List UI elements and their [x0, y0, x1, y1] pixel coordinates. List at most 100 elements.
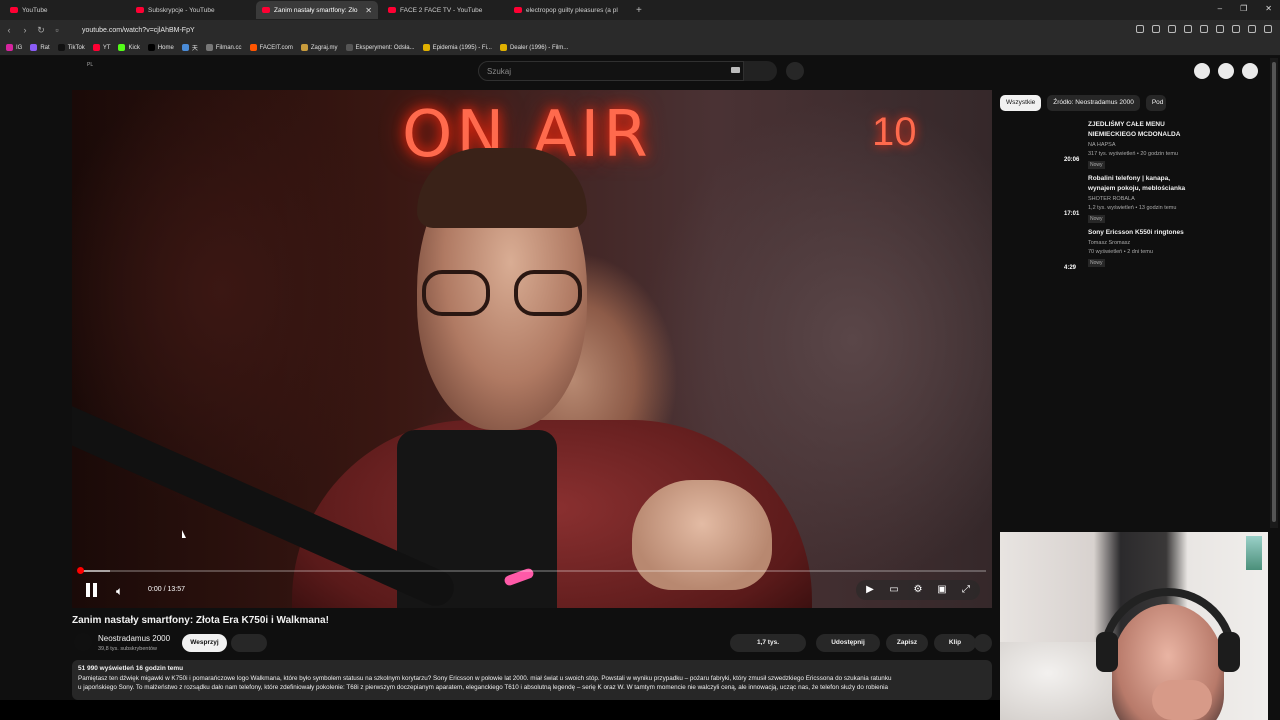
keyboard-icon[interactable] [731, 67, 740, 73]
recommendation-meta: 1,2 tys. wyświetleń • 13 godzin temu [1088, 205, 1177, 211]
playlist-icon[interactable] [1248, 25, 1256, 33]
save-button[interactable]: Zapisz [886, 634, 928, 652]
progress-bar[interactable] [78, 570, 986, 572]
address-bar-url[interactable]: youtube.com/watch?v=cjlAhBM-FpY [82, 27, 195, 34]
extension-icon[interactable] [1184, 25, 1192, 33]
share-button[interactable]: Udostępnij [816, 634, 880, 652]
filter-chips: Wszystkie Źródło: Neostradamus 2000 Pod [1000, 95, 1166, 111]
subtitles-icon[interactable]: ▭ [886, 583, 902, 597]
film-icon [422, 44, 430, 51]
page-scrollbar-thumb[interactable] [1272, 62, 1276, 522]
channel-avatar[interactable] [74, 633, 92, 651]
more-actions-button[interactable] [974, 634, 992, 652]
faceit-icon [249, 44, 257, 51]
miniplayer-icon[interactable]: ▣ [934, 583, 950, 597]
download-icon[interactable] [1216, 25, 1224, 33]
close-tab-icon[interactable]: ✕ [365, 6, 372, 15]
shield-icon[interactable] [1168, 25, 1176, 33]
video-player[interactable]: ON AIR 10 🔈︎ 0:00 / 13:57 ▶ ▭ ⚙ ▣ ⤢ [72, 90, 992, 608]
bookmark-item[interactable]: 天 [181, 43, 198, 52]
time-display: 0:00 / 13:57 [148, 586, 185, 593]
channel-name[interactable]: Neostradamus 2000 [98, 634, 170, 643]
like-button[interactable]: 1,7 tys. [730, 634, 806, 652]
bookmark-item[interactable]: Filman.cc [205, 44, 242, 51]
bookmark-item[interactable]: Rat [30, 44, 50, 51]
cast-icon[interactable] [1136, 25, 1144, 33]
webcam-overlay [1000, 532, 1268, 720]
bookmark-item[interactable]: Kick [118, 44, 140, 51]
volume-icon[interactable]: 🔈︎ [116, 584, 123, 599]
tiktok-icon [57, 44, 65, 51]
bottom-letterbox [0, 700, 1000, 720]
search-input[interactable]: Szukaj [478, 61, 744, 81]
voice-search-button[interactable] [786, 62, 804, 80]
browser-tab[interactable]: electropop guilty pleasures (a pl [508, 1, 630, 19]
notifications-icon[interactable] [1218, 63, 1234, 79]
bookmark-item[interactable]: Home [147, 44, 174, 51]
recommendation-title[interactable]: Sony Ericsson K550i ringtones [1088, 228, 1198, 238]
recommendation-item[interactable]: 17:01 Robalini telefony | kanapa, wynaje… [1000, 174, 1240, 226]
recommendation-channel[interactable]: Tomasz Sromasz [1088, 240, 1130, 246]
region-badge: PL [87, 62, 94, 68]
browser-tab[interactable]: YouTube [4, 1, 126, 19]
video-person-hand [632, 480, 772, 590]
rat-icon [30, 44, 38, 51]
browser-tab-active[interactable]: Zanim nastały smartfony: Zło ✕ [256, 1, 378, 19]
youtube-favicon-icon [136, 7, 144, 13]
bookmark-item[interactable]: TikTok [57, 44, 85, 51]
bookmark-item[interactable]: Zagraj.my [300, 44, 338, 51]
forward-icon[interactable]: › [18, 25, 32, 35]
menu-icon[interactable] [1264, 25, 1272, 33]
browser-tab[interactable]: Subskrypcje - YouTube [130, 1, 252, 19]
new-badge: Nowy [1088, 215, 1105, 223]
minimize-button[interactable]: – [1218, 4, 1222, 13]
bookmark-item[interactable]: YT [92, 44, 110, 51]
pause-button[interactable] [86, 583, 98, 597]
recommendation-channel[interactable]: SHOTER ROBALA [1088, 196, 1135, 202]
new-tab-button[interactable]: + [636, 5, 642, 16]
bookmark-item[interactable]: Epidemia (1995) - Fi... [422, 44, 492, 51]
bookmark-item[interactable]: Dealer (1996) - Film... [499, 44, 568, 51]
recommendation-channel[interactable]: NA HAPSA [1088, 142, 1116, 148]
browser-tab[interactable]: FACE 2 FACE TV - YouTube [382, 1, 504, 19]
chip-all[interactable]: Wszystkie [1000, 95, 1042, 111]
avatar[interactable] [1242, 63, 1258, 79]
video-person-glasses [422, 270, 582, 320]
recommendation-title[interactable]: Robalini telefony | kanapa, wynajem poko… [1088, 174, 1198, 194]
recommendation-item[interactable]: 4:29 Sony Ericsson K550i ringtones Tomas… [1000, 228, 1240, 280]
subscribe-button[interactable] [231, 634, 267, 652]
puzzle-icon[interactable] [1200, 25, 1208, 33]
globe-icon [181, 44, 189, 51]
clip-button[interactable]: Klip [934, 634, 976, 652]
address-bar-row: ‹ › ↻ ▫ youtube.com/watch?v=cjlAhBM-FpY [0, 20, 1280, 40]
site-info-icon[interactable]: ▫ [50, 25, 64, 35]
extension-toolbar [1136, 25, 1272, 33]
maximize-button[interactable]: ❐ [1240, 4, 1247, 13]
fullscreen-icon[interactable]: ⤢ [958, 583, 974, 597]
create-icon[interactable] [1194, 63, 1210, 79]
user-icon [300, 44, 308, 51]
bookmark-item[interactable]: FACEIT.com [249, 44, 293, 51]
mouse-cursor-icon [182, 530, 186, 538]
chip-source[interactable]: Źródło: Neostradamus 2000 [1047, 95, 1140, 111]
bookmark-item[interactable]: IG [6, 44, 22, 51]
recommendation-meta: 317 tys. wyświetleń • 20 godzin temu [1088, 151, 1178, 157]
translate-icon[interactable] [1152, 25, 1160, 33]
recommendation-title[interactable]: ZJEDLIŚMY CAŁE MENU NIEMIECKIEGO MCDONAL… [1088, 120, 1198, 140]
description-line: Pamiętasz ten dźwięk migawki w K750i i p… [78, 675, 892, 682]
settings-gear-icon[interactable]: ⚙ [910, 583, 926, 597]
x-icon [147, 44, 155, 51]
youtube-favicon-icon [10, 7, 18, 13]
search-button[interactable] [744, 61, 777, 81]
recommendation-item[interactable]: 20:06 ZJEDLIŚMY CAŁE MENU NIEMIECKIEGO M… [1000, 120, 1240, 172]
link-icon[interactable] [1232, 25, 1240, 33]
back-icon[interactable]: ‹ [2, 25, 16, 35]
reload-icon[interactable]: ↻ [34, 25, 48, 36]
close-window-button[interactable]: ✕ [1265, 4, 1272, 13]
description-box[interactable]: 51 990 wyświetleń 16 godzin temu Pamięta… [72, 660, 992, 700]
support-button[interactable]: Wesprzyj [182, 634, 227, 652]
chip-related[interactable]: Pod [1145, 95, 1166, 111]
progress-scrubber[interactable] [77, 567, 84, 574]
autoplay-toggle-icon[interactable]: ▶ [862, 583, 878, 597]
bookmark-item[interactable]: Eksperyment: Odsła... [345, 44, 415, 51]
